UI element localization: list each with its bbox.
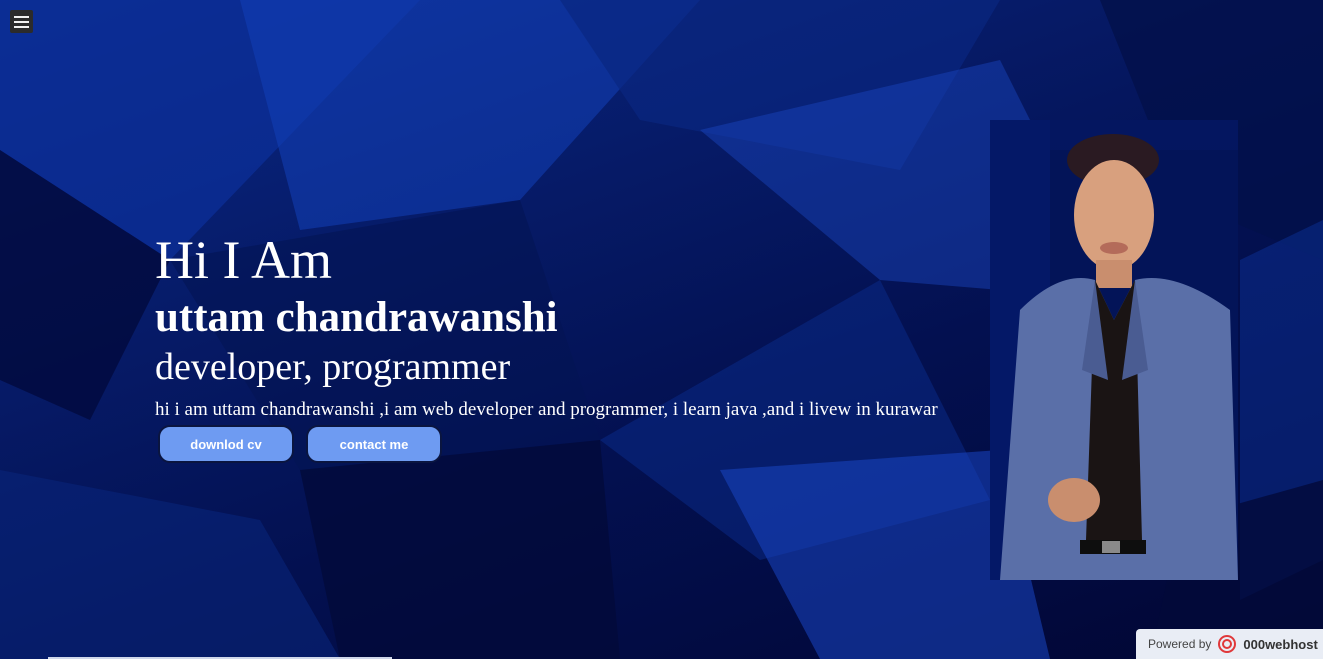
greeting-heading: Hi I Am xyxy=(155,230,333,290)
hamburger-icon-bar xyxy=(14,25,29,28)
bio-text: hi i am uttam chandrawanshi ,i am web de… xyxy=(155,399,938,420)
hero-buttons: downlod cv contact me xyxy=(158,425,938,463)
powered-by-badge[interactable]: Powered by 000webhost xyxy=(1136,629,1323,659)
hamburger-icon-bar xyxy=(14,20,29,23)
000webhost-logo-icon xyxy=(1218,635,1237,653)
contact-me-button[interactable]: contact me xyxy=(306,425,442,463)
hamburger-icon xyxy=(14,15,29,18)
role-heading: developer, programmer xyxy=(155,346,511,388)
hamburger-menu-button[interactable] xyxy=(10,10,33,33)
name-heading: uttam chandrawanshi xyxy=(155,294,558,341)
profile-photo xyxy=(990,120,1238,580)
download-cv-button[interactable]: downlod cv xyxy=(158,425,294,463)
brand-name: 000webhost xyxy=(1243,636,1318,652)
hero-section: Hi I Am uttam chandrawanshi developer, p… xyxy=(155,228,938,463)
powered-by-label: Powered by xyxy=(1148,637,1212,651)
